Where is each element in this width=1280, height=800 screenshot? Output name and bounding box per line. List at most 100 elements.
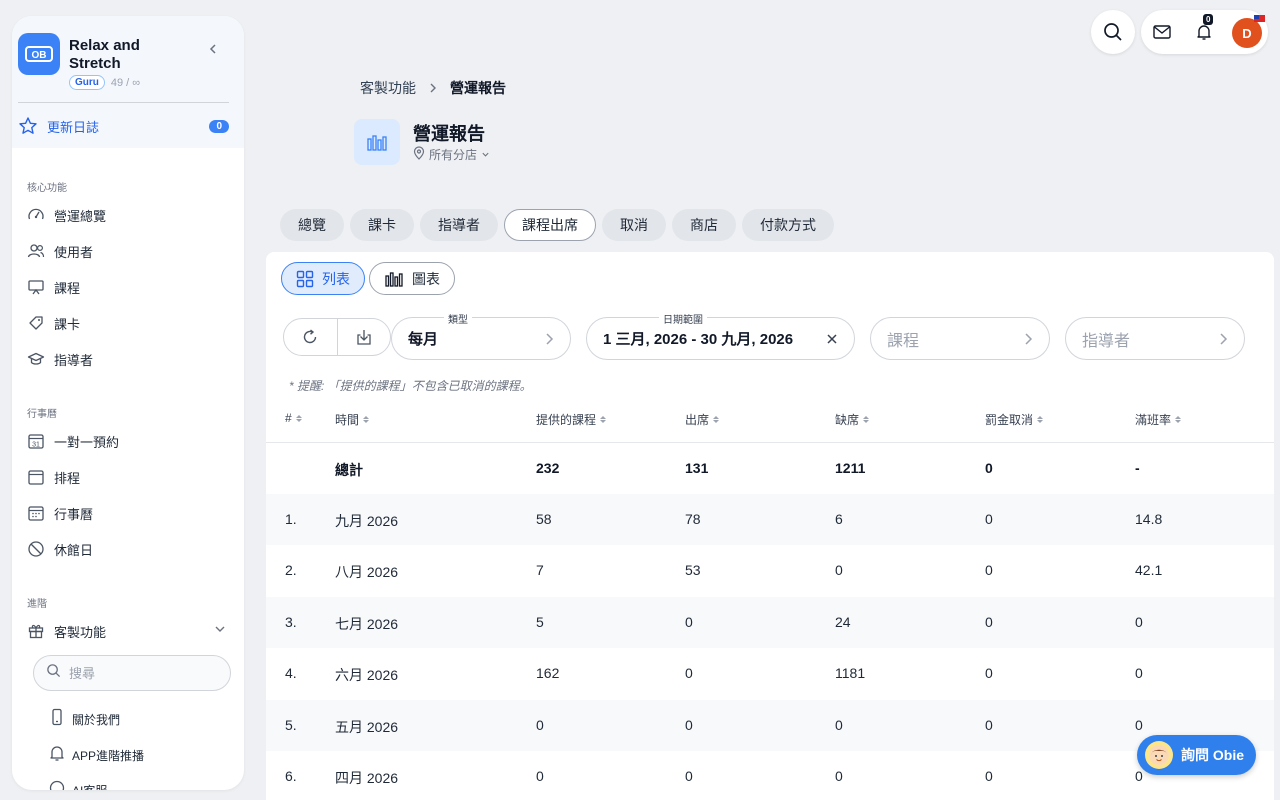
- tab-passes[interactable]: 課卡: [350, 209, 414, 241]
- column-header-index[interactable]: #: [285, 411, 302, 425]
- mail-icon: [1153, 25, 1171, 39]
- tab-overview[interactable]: 總覽: [280, 209, 344, 241]
- table-row: 4. 六月 2026 162 0 1181 0 0: [285, 665, 1143, 683]
- sidebar-item-private-booking[interactable]: 31 一對一預約: [26, 429, 226, 453]
- list-view-button[interactable]: 列表: [281, 262, 365, 295]
- sort-icon: [1175, 416, 1182, 423]
- tab-course-attendance[interactable]: 課程出席: [504, 209, 596, 241]
- user-avatar[interactable]: D: [1232, 18, 1262, 48]
- sidebar-item-instructors[interactable]: 指導者: [26, 347, 226, 371]
- column-header-penalty-cancel[interactable]: 罰金取消: [985, 411, 1044, 428]
- sort-icon: [600, 416, 607, 423]
- star-icon: [19, 117, 37, 134]
- chevron-down-icon: [214, 622, 226, 640]
- sidebar-item-calendar[interactable]: 行事曆: [26, 501, 226, 525]
- breadcrumb: 客製功能 營運報告: [360, 78, 506, 98]
- export-button[interactable]: [336, 319, 391, 355]
- assistant-avatar-icon: [1145, 741, 1173, 769]
- course-filter[interactable]: 課程: [870, 317, 1050, 360]
- flag-icon[interactable]: [1254, 15, 1265, 22]
- close-icon: [827, 333, 837, 344]
- sort-icon: [363, 416, 370, 423]
- sidebar-search-input[interactable]: [69, 665, 209, 681]
- sidebar-search: [33, 655, 231, 691]
- chat-icon: [48, 779, 66, 790]
- ask-obie-button[interactable]: 詢問 Obie: [1137, 735, 1256, 775]
- table-row: 2. 八月 2026 7 53 0 0 42.1: [285, 562, 1163, 580]
- column-header-fill-rate[interactable]: 滿班率: [1135, 411, 1182, 428]
- column-header-attended[interactable]: 出席: [685, 411, 720, 428]
- sidebar-item-overview[interactable]: 營運總覽: [26, 203, 226, 227]
- grid-icon: [296, 270, 314, 287]
- table-total-row: 總計 232 131 1211 0 -: [335, 460, 1140, 478]
- mail-button[interactable]: [1151, 21, 1173, 43]
- changelog-count-badge: 0: [209, 119, 229, 133]
- clear-date-button[interactable]: [826, 333, 838, 345]
- type-value: 每月: [408, 331, 439, 348]
- sort-icon: [295, 414, 302, 422]
- course-placeholder: 課程: [887, 332, 920, 350]
- graduation-cap-icon: [26, 349, 46, 369]
- tab-store[interactable]: 商店: [672, 209, 736, 241]
- refresh-button[interactable]: [284, 319, 337, 355]
- table-row: 6. 四月 2026 0 0 0 0 0: [285, 768, 1143, 786]
- section-label-advanced: 進階: [27, 599, 47, 610]
- tab-instructors[interactable]: 指導者: [420, 209, 498, 241]
- collapse-sidebar-button[interactable]: [204, 40, 222, 58]
- table-row: 5. 五月 2026 0 0 0 0 0: [266, 700, 1274, 751]
- instructor-filter[interactable]: 指導者: [1065, 317, 1245, 360]
- location-pin-icon: [413, 146, 425, 163]
- sort-icon: [1037, 416, 1044, 423]
- divider: [18, 102, 229, 103]
- column-header-period[interactable]: 時間: [335, 411, 370, 428]
- report-panel: 列表 圖表 類型 每月 日期範圍 1 三月, 2026 - 30 九月, 202…: [266, 252, 1274, 800]
- column-header-absent[interactable]: 缺席: [835, 411, 870, 428]
- table-row: 3. 七月 2026 5 0 24 0 0: [266, 597, 1274, 648]
- date-range-value: 1 三月, 2026 - 30 九月, 2026: [603, 331, 794, 348]
- sidebar-item-users[interactable]: 使用者: [26, 239, 226, 263]
- type-select[interactable]: 類型 每月: [391, 311, 571, 360]
- table-row: 1. 九月 2026 58 78 6 0 14.8: [266, 494, 1274, 545]
- branch-selector[interactable]: 所有分店: [413, 146, 490, 163]
- gift-icon: [26, 621, 46, 641]
- sidebar-item-passes[interactable]: 課卡: [26, 311, 226, 335]
- report-tabs: 總覽 課卡 指導者 課程出席 取消 商店 付款方式: [280, 209, 834, 241]
- sidebar-item-about-us[interactable]: 關於我們: [48, 707, 228, 731]
- type-caption: 類型: [444, 311, 472, 326]
- sidebar-item-push[interactable]: APP進階推播: [48, 743, 228, 767]
- sidebar-item-courses[interactable]: 課程: [26, 275, 226, 299]
- tab-cancellations[interactable]: 取消: [602, 209, 666, 241]
- sidebar-item-custom-features[interactable]: 客製功能: [26, 619, 226, 643]
- smartphone-icon: [48, 708, 66, 731]
- brand-logo-icon[interactable]: OB: [18, 33, 60, 75]
- studio-name: Relax and Stretch: [69, 37, 140, 72]
- sidebar: OB Relax and Stretch Guru 49 / ∞ 更新日誌 0 …: [12, 16, 244, 790]
- column-header-courses-offered[interactable]: 提供的課程: [536, 411, 607, 428]
- breadcrumb-parent-link[interactable]: 客製功能: [360, 78, 416, 98]
- chart-view-button[interactable]: 圖表: [369, 262, 455, 295]
- chevron-down-icon: [481, 148, 490, 162]
- chevron-right-icon: [1023, 332, 1033, 346]
- global-search-button[interactable]: [1091, 10, 1135, 54]
- member-count: 49 / ∞: [110, 76, 141, 89]
- section-label-calendar: 行事曆: [27, 409, 57, 420]
- tab-payment-methods[interactable]: 付款方式: [742, 209, 834, 241]
- date-range-picker[interactable]: 日期範圍 1 三月, 2026 - 30 九月, 2026: [586, 311, 855, 360]
- calendar-grid-icon: [26, 503, 46, 523]
- changelog-link[interactable]: 更新日誌 0: [18, 114, 229, 138]
- bell-icon: [1197, 25, 1211, 40]
- prohibited-icon: [26, 539, 46, 559]
- date-caption: 日期範圍: [659, 311, 707, 326]
- section-label-core: 核心功能: [27, 183, 67, 194]
- sidebar-item-schedule[interactable]: 排程: [26, 465, 226, 489]
- bar-chart-icon: [354, 119, 400, 165]
- sidebar-item-closures[interactable]: 休館日: [26, 537, 226, 561]
- report-tools: [283, 318, 391, 356]
- sidebar-item-ai-service[interactable]: AI客服: [48, 778, 228, 790]
- bell-icon: [48, 744, 66, 767]
- user-toolbar: 0 D: [1141, 10, 1268, 54]
- gauge-icon: [26, 205, 46, 225]
- page-title: 營運報告: [413, 124, 485, 144]
- branch-label: 所有分店: [429, 148, 478, 162]
- svg-text:OB: OB: [32, 50, 47, 61]
